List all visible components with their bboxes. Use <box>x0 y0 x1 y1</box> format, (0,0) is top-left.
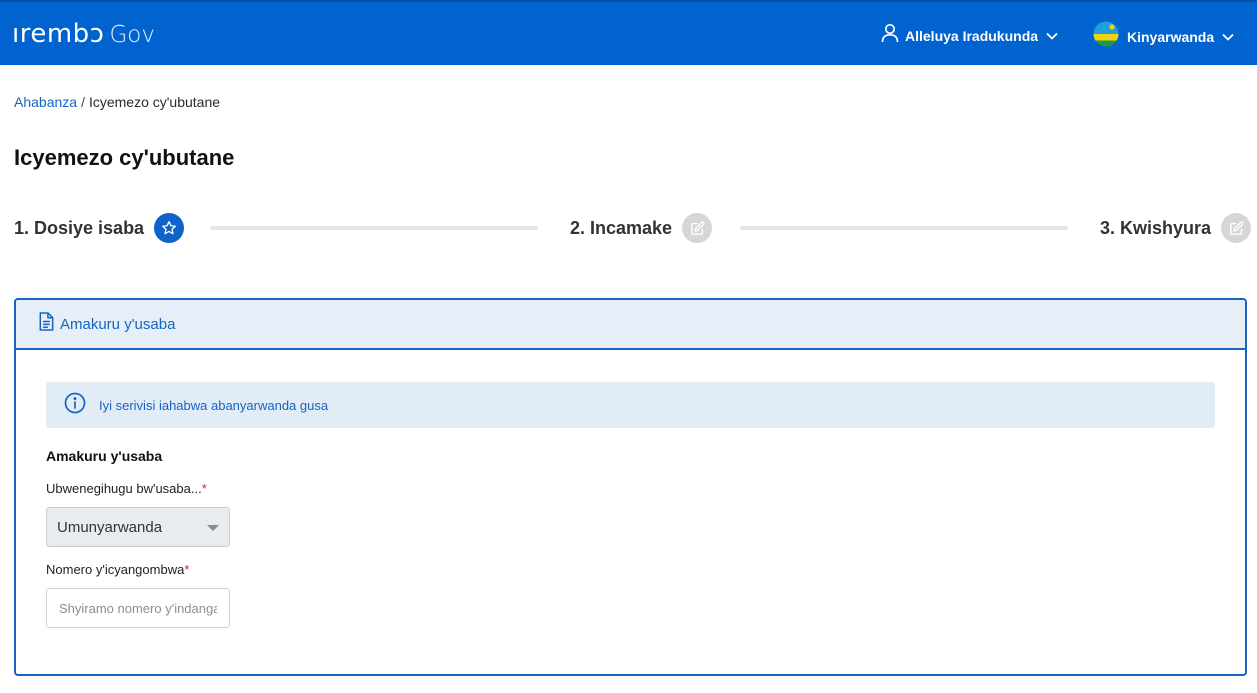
page-title: Icyemezo cy'ubutane <box>14 145 235 170</box>
edit-icon <box>1221 213 1252 243</box>
top-navbar: ırembɔ Gov Alleluya Iradukunda Kinyarwan… <box>0 0 1257 65</box>
nationality-value: Umunyarwanda <box>57 518 163 536</box>
step-label: 2. Incamake <box>570 217 673 238</box>
user-name: Alleluya Iradukunda <box>905 27 1039 44</box>
logo-wordmark: ırembɔ <box>12 19 105 49</box>
step-label: 3. Kwishyura <box>1100 217 1212 238</box>
info-icon <box>64 392 86 419</box>
applicant-info-panel: Amakuru y'usaba Iyi serivisi iahabwa aba… <box>14 298 1247 676</box>
breadcrumb-current: Icyemezo cy'ubutane <box>88 94 221 110</box>
edit-icon <box>682 213 713 243</box>
info-text: Iyi serivisi iahabwa abanyarwanda gusa <box>99 397 329 413</box>
chevron-down-icon <box>1222 28 1234 46</box>
id-number-label: Nomero y'icyangombwa* <box>46 562 189 577</box>
irembo-logo[interactable]: ırembɔ Gov <box>12 19 155 49</box>
language-label: Kinyarwanda <box>1127 28 1215 45</box>
step-payment[interactable]: 3. Kwishyura <box>1100 213 1252 243</box>
user-menu[interactable]: Alleluya Iradukunda <box>881 23 1058 48</box>
required-mark: * <box>201 481 207 496</box>
step-connector <box>210 226 538 230</box>
section-title: Amakuru y'usaba <box>46 448 163 464</box>
caret-down-icon <box>207 525 219 531</box>
breadcrumb: Ahabanza / Icyemezo cy'ubutane <box>14 94 220 110</box>
chevron-down-icon <box>1046 27 1058 45</box>
step-application[interactable]: 1. Dosiye isaba <box>14 213 185 243</box>
panel-title: Amakuru y'usaba <box>60 315 176 333</box>
breadcrumb-home-link[interactable]: Ahabanza <box>14 94 77 110</box>
breadcrumb-separator: / <box>81 94 85 110</box>
star-icon <box>154 213 185 243</box>
info-alert: Iyi serivisi iahabwa abanyarwanda gusa <box>46 382 1215 428</box>
document-icon <box>38 312 54 336</box>
id-number-input[interactable] <box>46 588 230 628</box>
rwanda-flag-icon <box>1093 21 1119 52</box>
required-mark: * <box>184 562 190 577</box>
step-label: 1. Dosiye isaba <box>14 217 145 238</box>
nationality-label: Ubwenegihugu bw'usaba...* <box>46 481 207 496</box>
step-connector <box>740 226 1068 230</box>
step-summary[interactable]: 2. Incamake <box>570 213 713 243</box>
panel-header: Amakuru y'usaba <box>16 300 1245 350</box>
id-number-label-text: Nomero y'icyangombwa <box>46 562 185 577</box>
language-menu[interactable]: Kinyarwanda <box>1093 21 1234 52</box>
logo-subtitle: Gov <box>109 22 155 48</box>
nationality-select[interactable]: Umunyarwanda <box>46 507 230 547</box>
user-icon <box>881 23 899 48</box>
nationality-label-text: Ubwenegihugu bw'usaba... <box>46 481 202 496</box>
